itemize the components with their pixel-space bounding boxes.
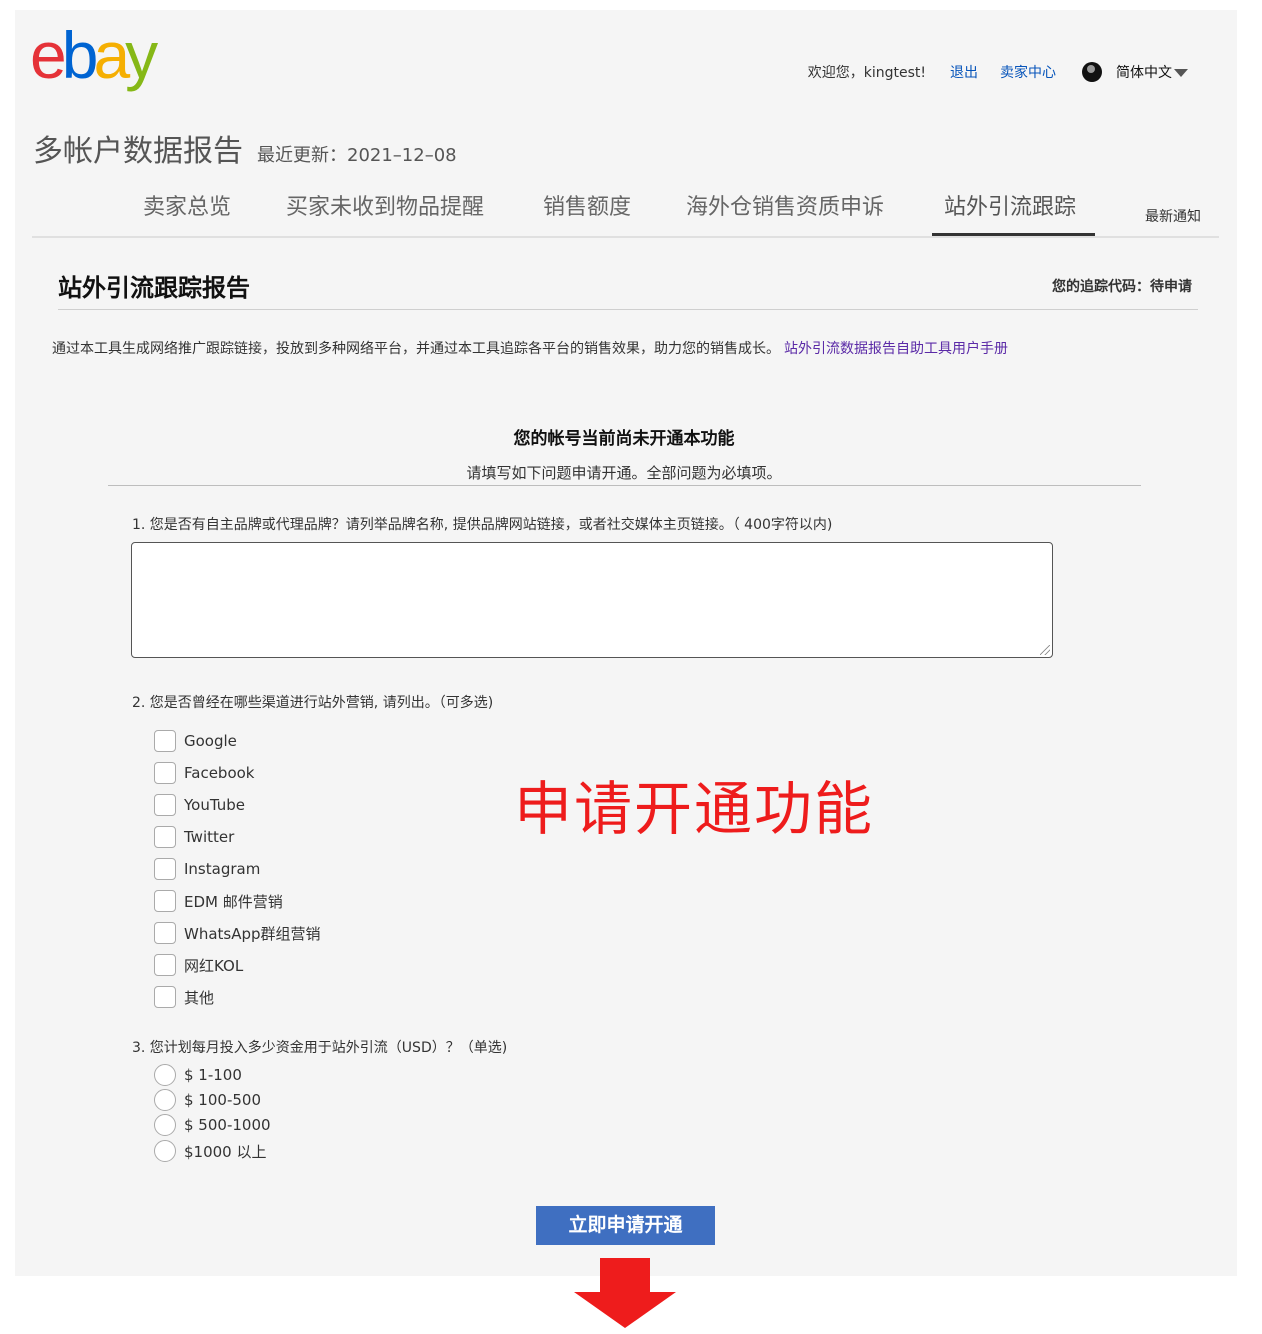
checkbox-label: 其他	[184, 988, 215, 1007]
section-header: 站外引流跟踪报告 您的追踪代码：待申请	[58, 266, 1198, 310]
question-3-label: 3. 您计划每月投入多少资金用于站外引流（USD）？（单选)	[132, 1040, 508, 1056]
checkbox-label: Twitter	[184, 828, 235, 846]
checkbox-label: 网红KOL	[184, 956, 244, 975]
chevron-down-icon[interactable]	[1174, 69, 1188, 77]
radio-option[interactable]: $ 1-100	[154, 1064, 242, 1086]
checkbox-option[interactable]: Instagram	[154, 858, 260, 880]
tab-bar: 卖家总览 买家未收到物品提醒 销售额度 海外仓销售资质申诉 站外引流跟踪 最新通…	[32, 183, 1219, 238]
checkbox-label: EDM 邮件营销	[184, 892, 283, 911]
checkbox[interactable]	[154, 762, 176, 784]
apply-annotation: 申请开通功能	[514, 775, 875, 843]
checkbox[interactable]	[154, 890, 176, 912]
checkbox-option[interactable]: 其他	[154, 986, 214, 1008]
checkbox-option[interactable]: Facebook	[154, 762, 254, 784]
report-title-row: 多帐户数据报告 最近更新：2021–12–08	[33, 126, 457, 170]
not-enabled-title: 您的帐号当前尚未开通本功能	[513, 429, 735, 449]
logo-letter-e: e	[30, 18, 67, 92]
radio-option[interactable]: $1000 以上	[154, 1140, 267, 1162]
brand-info-textarea[interactable]	[131, 542, 1053, 658]
checkbox-option[interactable]: YouTube	[154, 794, 245, 816]
ebay-logo[interactable]: ebay	[30, 22, 158, 88]
not-enabled-subtitle: 请填写如下问题申请开通。全部问题为必填项。	[466, 464, 782, 482]
tab-sales-limit[interactable]: 销售额度	[543, 189, 631, 221]
tab-seller-overview[interactable]: 卖家总览	[143, 189, 231, 221]
intro-description: 通过本工具生成网络推广跟踪链接，投放到多种网络平台，并通过本工具追踪各平台的销售…	[52, 341, 780, 357]
checkbox[interactable]	[154, 794, 176, 816]
checkbox[interactable]	[154, 730, 176, 752]
section-title: 站外引流跟踪报告	[58, 274, 250, 302]
checkbox-label: Google	[184, 732, 237, 750]
radio-button[interactable]	[154, 1089, 176, 1111]
logo-letter-y: y	[125, 18, 158, 92]
language-selector[interactable]: 简体中文	[1116, 62, 1172, 82]
checkbox-option[interactable]: Twitter	[154, 826, 234, 848]
radio-label: $1000 以上	[184, 1142, 267, 1161]
logo-letter-b: b	[61, 18, 99, 92]
question-2-label: 2. 您是否曾经在哪些渠道进行站外营销, 请列出。（可多选)	[132, 695, 494, 711]
checkbox[interactable]	[154, 826, 176, 848]
welcome-text: 欢迎您，kingtest!	[807, 65, 926, 81]
checkbox[interactable]	[154, 986, 176, 1008]
radio-label: $ 100-500	[184, 1091, 261, 1109]
checkbox-label: Facebook	[184, 764, 255, 782]
user-manual-link[interactable]: 站外引流数据报告自助工具用户手册	[784, 341, 1008, 357]
radio-button[interactable]	[154, 1064, 176, 1086]
checkbox-option[interactable]: Google	[154, 730, 237, 752]
checkbox-option[interactable]: EDM 邮件营销	[154, 890, 283, 912]
radio-label: $ 500-1000	[184, 1116, 271, 1134]
checkbox-label: Instagram	[184, 860, 261, 878]
checkbox-option[interactable]: 网红KOL	[154, 954, 243, 976]
checkbox-option[interactable]: WhatsApp群组营销	[154, 922, 321, 944]
radio-option[interactable]: $ 500-1000	[154, 1114, 271, 1136]
question-1-label: 1. 您是否有自主品牌或代理品牌？请列举品牌名称, 提供品牌网站链接，或者社交媒…	[132, 517, 833, 533]
down-arrow-icon	[574, 1258, 676, 1328]
tab-overseas-warehouse-appeal[interactable]: 海外仓销售资质申诉	[686, 189, 884, 221]
active-tab-indicator	[932, 233, 1095, 236]
tab-offsite-traffic-tracking[interactable]: 站外引流跟踪	[944, 189, 1076, 221]
top-bar: 欢迎您，kingtest! 退出 卖家中心 简体中文	[808, 62, 1188, 82]
divider	[108, 485, 1141, 486]
resize-handle-icon[interactable]	[1040, 645, 1050, 655]
checkbox[interactable]	[154, 922, 176, 944]
seller-center-link[interactable]: 卖家中心	[1000, 62, 1056, 82]
radio-option[interactable]: $ 100-500	[154, 1089, 261, 1111]
apply-now-button[interactable]: 立即申请开通	[536, 1206, 715, 1245]
logout-link[interactable]: 退出	[950, 62, 978, 82]
radio-button[interactable]	[154, 1114, 176, 1136]
checkbox[interactable]	[154, 954, 176, 976]
tab-buyer-not-received[interactable]: 买家未收到物品提醒	[286, 189, 484, 221]
latest-notice-link[interactable]: 最新通知	[1145, 206, 1201, 226]
tracking-code: 您的追踪代码：待申请	[1052, 279, 1192, 295]
globe-icon[interactable]	[1082, 62, 1102, 82]
checkbox-label: WhatsApp群组营销	[184, 924, 321, 943]
intro-text: 通过本工具生成网络推广跟踪链接，投放到多种网络平台，并通过本工具追踪各平台的销售…	[52, 338, 1008, 358]
last-updated: 最近更新：2021–12–08	[257, 145, 457, 166]
checkbox[interactable]	[154, 858, 176, 880]
page-title: 多帐户数据报告	[33, 134, 243, 169]
radio-button[interactable]	[154, 1140, 176, 1162]
radio-label: $ 1-100	[184, 1066, 242, 1084]
checkbox-label: YouTube	[184, 796, 245, 814]
logo-letter-a: a	[93, 18, 130, 92]
